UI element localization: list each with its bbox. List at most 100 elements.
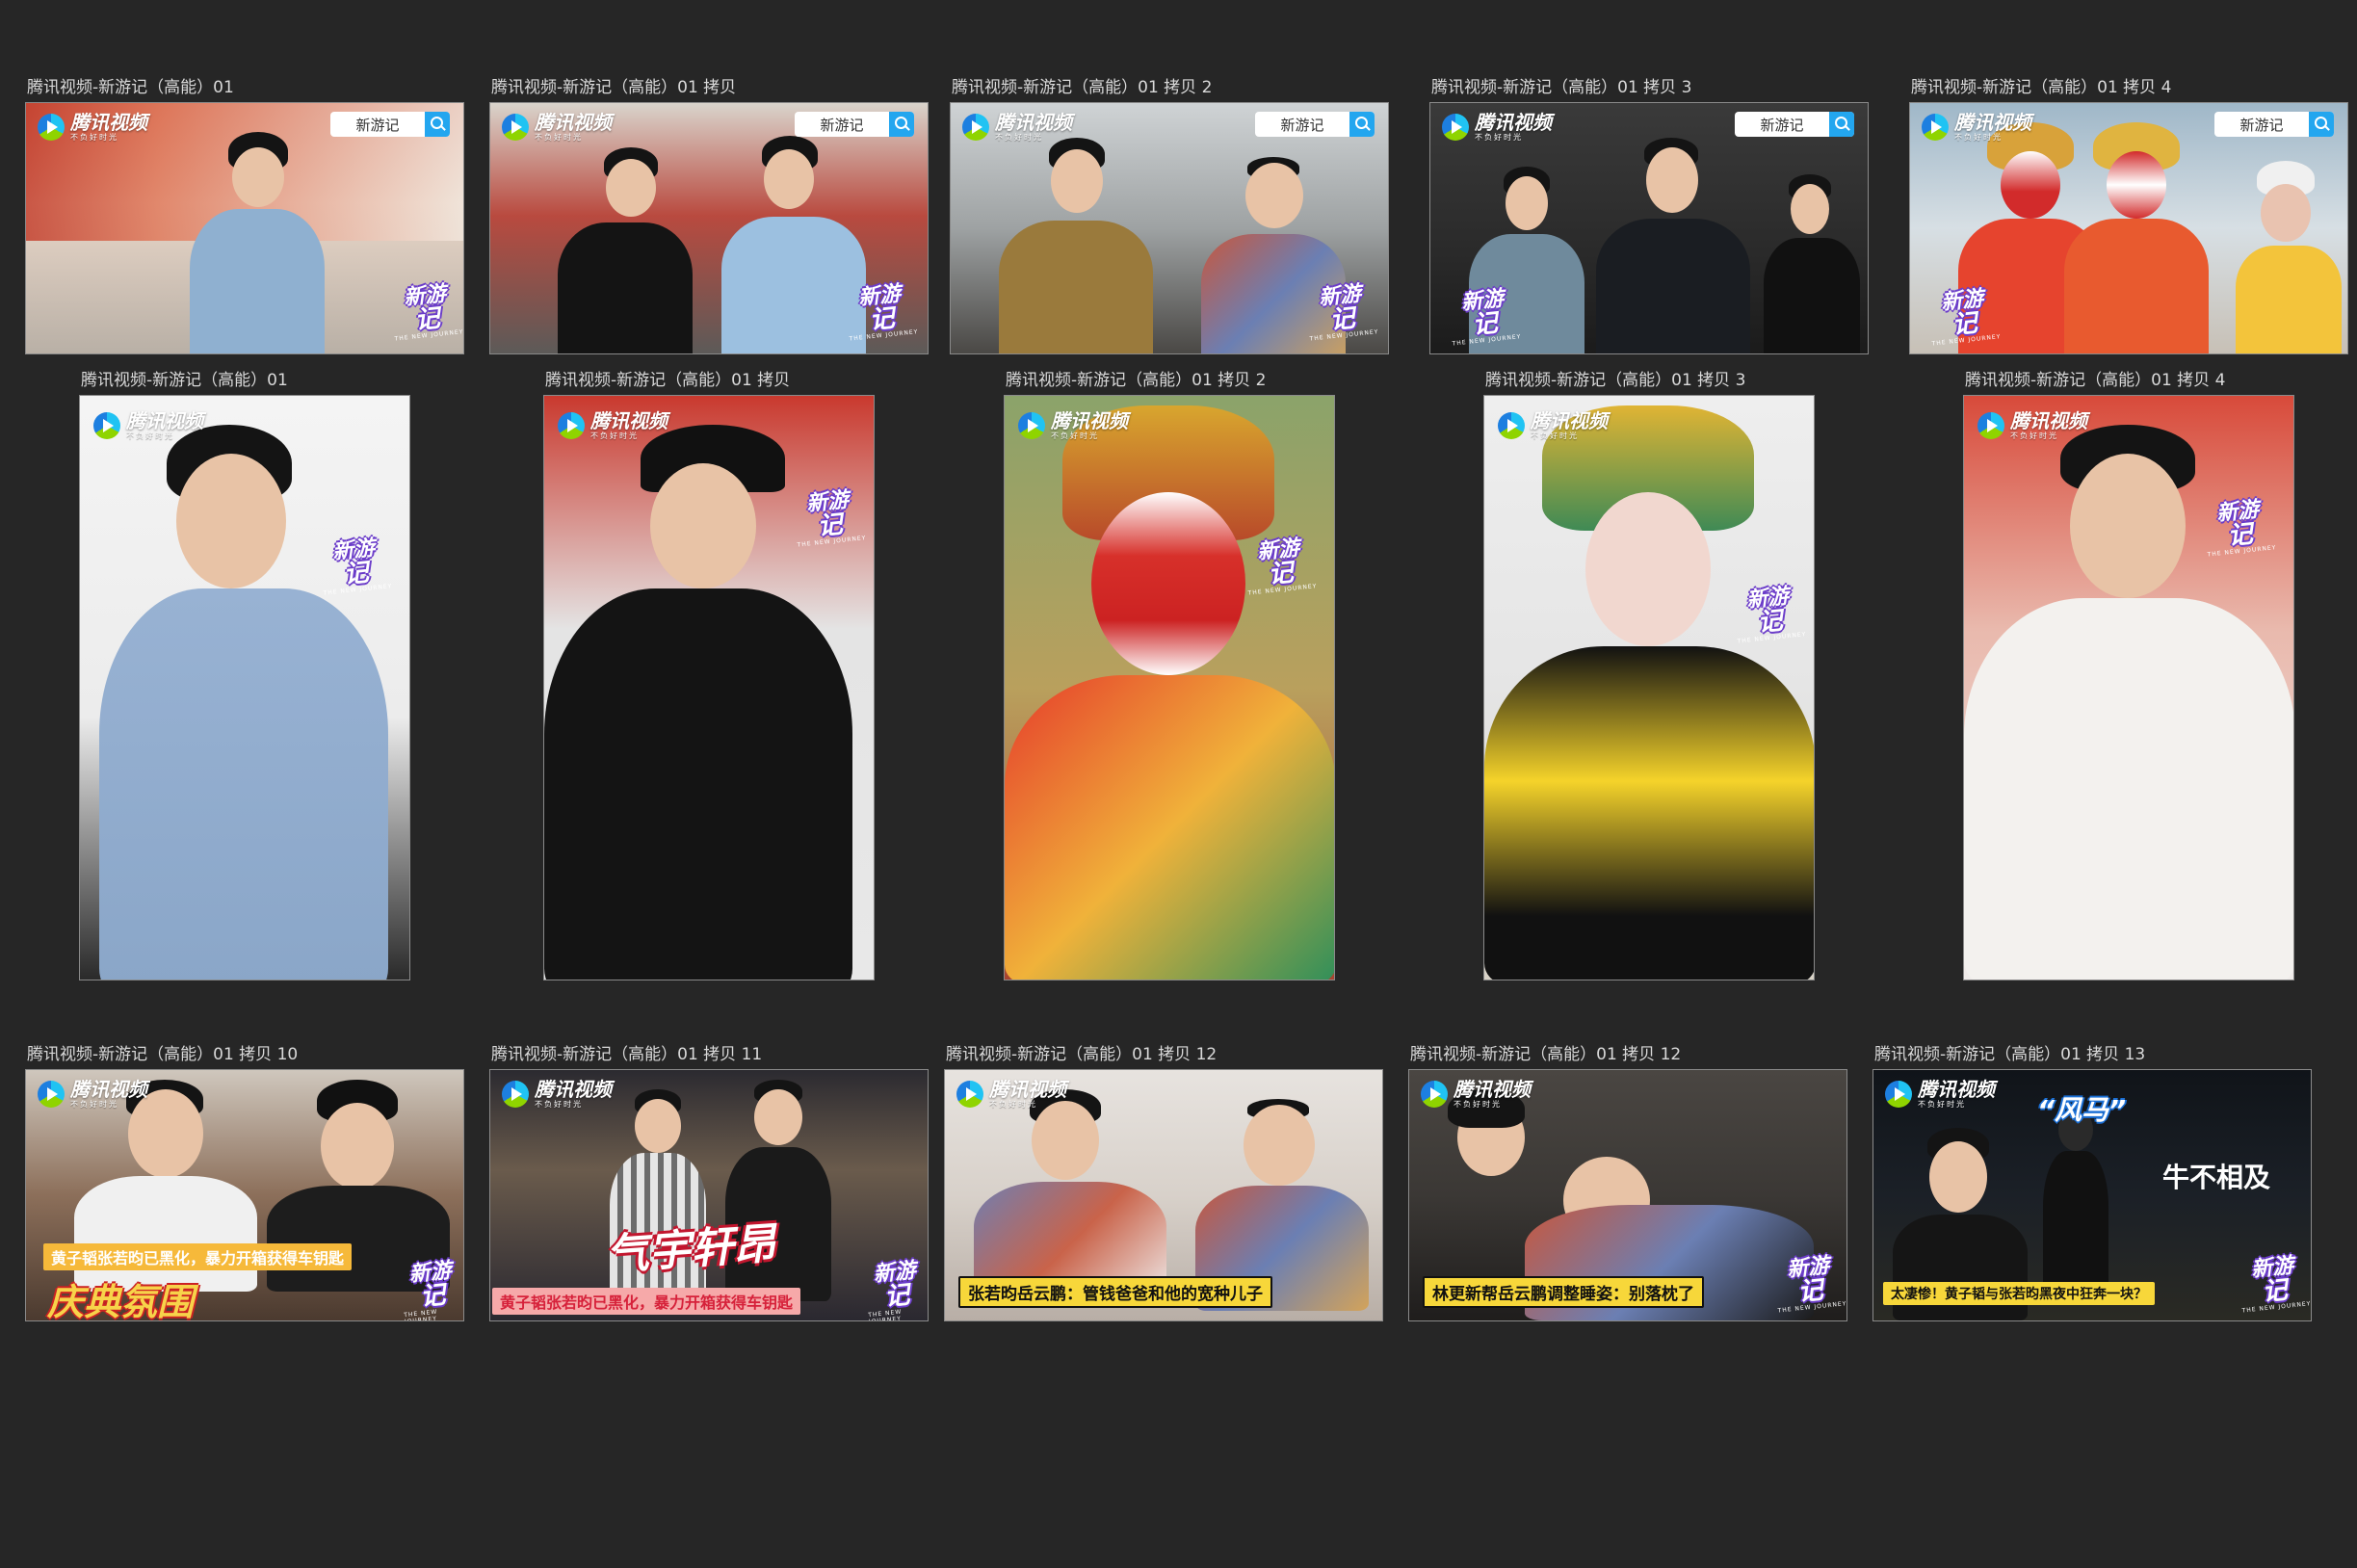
artboard-r1-3[interactable]: 腾讯视频-新游记（高能）01 拷贝 2 腾讯视频 不负好时光 新游记 新游记 THE…: [950, 75, 1389, 354]
caption-subtitle: 林更新帮岳云鹏调整睡姿：别落枕了: [1423, 1276, 1704, 1308]
search-box: 新游记: [1255, 112, 1375, 137]
person-figure: [1195, 1099, 1369, 1311]
search-box: 新游记: [795, 112, 914, 137]
opera-figure: [2228, 161, 2344, 353]
opera-figure: [1005, 405, 1334, 980]
artboard-r2-5[interactable]: 腾讯视频-新游记（高能）01 拷贝 4 腾讯视频 不负好时光 新游记 THE NEW…: [1963, 368, 2294, 986]
thumbnail-frame: 腾讯视频 不负好时光 林更新帮岳云鹏调整睡姿：别落枕了 新游记 THE NEW JO…: [1408, 1069, 1847, 1321]
artboard-r3-3[interactable]: 腾讯视频-新游记（高能）01 拷贝 12 腾讯视频 不负好时光 张若昀岳云鹏：管钱…: [944, 1042, 1383, 1323]
play-icon: [1018, 412, 1045, 439]
person-figure: [548, 142, 702, 353]
artboard-r3-5[interactable]: 腾讯视频-新游记（高能）01 拷贝 13 腾讯视频 不负好时光 “风马” 牛不相及…: [1873, 1042, 2312, 1323]
thumbnail-frame: 腾讯视频 不负好时光 新游记 THE NEW JOURNEY: [1963, 395, 2294, 980]
artboard-label[interactable]: 腾讯视频-新游记（高能）01: [27, 75, 234, 100]
caption-badge: “风马”: [2037, 1094, 2127, 1126]
show-logo: 新游记 THE NEW JOURNEY: [403, 1258, 454, 1321]
artboard-label[interactable]: 腾讯视频-新游记（高能）01 拷贝 12: [946, 1042, 1217, 1067]
opera-figure: [1484, 405, 1814, 980]
play-icon: [93, 412, 120, 439]
artboard-label[interactable]: 腾讯视频-新游记（高能）01 拷贝 3: [1485, 368, 1745, 393]
show-logo: 新游记 THE NEW JOURNEY: [1737, 584, 1807, 645]
artboard-label[interactable]: 腾讯视频-新游记（高能）01 拷贝 11: [491, 1042, 762, 1067]
person-figure: [989, 132, 1163, 353]
tencent-video-logo: 腾讯视频 不负好时光: [1421, 1080, 1531, 1109]
play-icon: [962, 114, 989, 141]
artboard-label[interactable]: 腾讯视频-新游记（高能）01 拷贝 13: [1874, 1042, 2145, 1067]
tencent-video-logo: 腾讯视频 不负好时光: [502, 1080, 612, 1109]
artboard-label[interactable]: 腾讯视频-新游记（高能）01 拷贝 4: [1911, 75, 2171, 100]
artboard-r3-2[interactable]: 腾讯视频-新游记（高能）01 拷贝 11 腾讯视频 不负好时光 气宇轩昂 黄子韬张…: [489, 1042, 929, 1323]
tencent-video-logo: 腾讯视频 不负好时光: [956, 1080, 1066, 1109]
tencent-video-logo: 腾讯视频 不负好时光: [1885, 1080, 1995, 1109]
show-logo: 新游记 THE NEW JOURNEY: [2241, 1253, 2312, 1315]
show-logo: 新游记 THE NEW JOURNEY: [797, 487, 867, 549]
thumbnail-frame: 腾讯视频 不负好时光 新游记 新游记 THE NEW JOURNEY: [489, 102, 929, 354]
search-icon: [2309, 112, 2334, 137]
artboard-label[interactable]: 腾讯视频-新游记（高能）01 拷贝 3: [1431, 75, 1691, 100]
artboard-r1-5[interactable]: 腾讯视频-新游记（高能）01 拷贝 4 腾讯视频 不负好时光 新游记 新游记 THE…: [1909, 75, 2348, 354]
show-logo: 新游记 THE NEW JOURNEY: [394, 281, 464, 343]
thumbnail-frame: 腾讯视频 不负好时光 新游记 新游记 THE NEW JOURNEY: [1429, 102, 1869, 354]
tencent-video-logo: 腾讯视频 不负好时光: [1442, 113, 1552, 142]
artboard-label[interactable]: 腾讯视频-新游记（高能）01 拷贝: [491, 75, 736, 100]
caption-subtitle: 黄子韬张若昀已黑化，暴力开箱获得车钥匙: [43, 1243, 353, 1270]
artboard-label[interactable]: 腾讯视频-新游记（高能）01 拷贝: [545, 368, 790, 393]
tencent-video-logo: 腾讯视频 不负好时光: [1977, 411, 2087, 440]
tencent-video-logo: 腾讯视频 不负好时光: [38, 1080, 147, 1109]
artboard-label[interactable]: 腾讯视频-新游记（高能）01 拷贝 4: [1965, 368, 2225, 393]
show-logo: 新游记 THE NEW JOURNEY: [849, 281, 919, 343]
play-icon: [1922, 114, 1949, 141]
artboard-r2-4[interactable]: 腾讯视频-新游记（高能）01 拷贝 3 腾讯视频 不负好时光 新游记 THE NEW…: [1483, 368, 1815, 986]
artboard-r2-3[interactable]: 腾讯视频-新游记（高能）01 拷贝 2 腾讯视频 不负好时光 新游记 THE NEW…: [1004, 368, 1335, 986]
artboard-r3-1[interactable]: 腾讯视频-新游记（高能）01 拷贝 10 腾讯视频 不负好时光 黄子韬张若昀已黑化…: [25, 1042, 464, 1323]
show-logo: 新游记 THE NEW JOURNEY: [1247, 536, 1318, 597]
show-logo: 新游记 THE NEW JOURNEY: [2207, 497, 2277, 559]
thumbnail-frame: 腾讯视频 不负好时光 新游记 新游记 THE NEW JOURNEY: [950, 102, 1389, 354]
thumbnail-frame: 腾讯视频 不负好时光 新游记 THE NEW JOURNEY: [1483, 395, 1815, 980]
thumbnail-frame: 腾讯视频 不负好时光 新游记 新游记 THE NEW JOURNEY: [25, 102, 464, 354]
play-icon: [1421, 1081, 1448, 1108]
artboard-r1-4[interactable]: 腾讯视频-新游记（高能）01 拷贝 3 腾讯视频 不负好时光 新游记 新游记 THE…: [1429, 75, 1869, 354]
thumbnail-frame: 腾讯视频 不负好时光 “风马” 牛不相及 太凄惨！黄子韬与张若昀黑夜中狂奔一块？ …: [1873, 1069, 2312, 1321]
thumbnail-frame: 腾讯视频 不负好时光 黄子韬张若昀已黑化，暴力开箱获得车钥匙 庆典氛围 新游记 TH…: [25, 1069, 464, 1321]
thumbnail-frame: 腾讯视频 不负好时光 新游记 THE NEW JOURNEY: [543, 395, 875, 980]
artboard-r1-1[interactable]: 腾讯视频-新游记（高能）01 腾讯视频 不负好时光 新游记 新游记 THE NEW …: [25, 75, 464, 354]
artboard-r3-4[interactable]: 腾讯视频-新游记（高能）01 拷贝 12 腾讯视频 不负好时光 林更新帮岳云鹏调整…: [1408, 1042, 1847, 1323]
tencent-video-logo: 腾讯视频 不负好时光: [38, 113, 147, 142]
play-icon: [558, 412, 585, 439]
person-figure: [1584, 132, 1758, 353]
search-box: 新游记: [330, 112, 450, 137]
caption-subtitle: 太凄惨！黄子韬与张若昀黑夜中狂奔一块？: [1883, 1282, 2155, 1305]
artboard-r2-1[interactable]: 腾讯视频-新游记（高能）01 腾讯视频 不负好时光 新游记 THE NEW JOUR…: [79, 368, 410, 986]
show-logo: 新游记 THE NEW JOURNEY: [867, 1258, 918, 1321]
play-icon: [1498, 412, 1525, 439]
person-figure: [170, 122, 344, 353]
thumbnail-frame: 腾讯视频 不负好时光 新游记 新游记 THE NEW JOURNEY: [1909, 102, 2348, 354]
thumbnail-frame: 腾讯视频 不负好时光 张若昀岳云鹏：管钱爸爸和他的宽种儿子: [944, 1069, 1383, 1321]
tencent-video-logo: 腾讯视频 不负好时光: [558, 411, 668, 440]
tencent-video-logo: 腾讯视频 不负好时光: [1922, 113, 2031, 142]
artboard-r1-2[interactable]: 腾讯视频-新游记（高能）01 拷贝 腾讯视频 不负好时光 新游记 新游记 THE N…: [489, 75, 929, 354]
tencent-video-logo: 腾讯视频 不负好时光: [502, 113, 612, 142]
play-icon: [38, 1081, 65, 1108]
artboard-r2-2[interactable]: 腾讯视频-新游记（高能）01 拷贝 腾讯视频 不负好时光 新游记 THE NEW J…: [543, 368, 875, 986]
show-logo: 新游记 THE NEW JOURNEY: [1931, 286, 2002, 348]
artboard-label[interactable]: 腾讯视频-新游记（高能）01 拷贝 12: [1410, 1042, 1681, 1067]
show-logo: 新游记 THE NEW JOURNEY: [1777, 1253, 1847, 1315]
artboard-label[interactable]: 腾讯视频-新游记（高能）01: [81, 368, 288, 393]
tencent-video-logo: 腾讯视频 不负好时光: [1498, 411, 1608, 440]
caption-subtitle: 黄子韬张若昀已黑化，暴力开箱获得车钥匙: [492, 1288, 801, 1315]
play-icon: [1442, 114, 1469, 141]
artboard-label[interactable]: 腾讯视频-新游记（高能）01 拷贝 2: [1006, 368, 1266, 393]
tencent-video-logo: 腾讯视频 不负好时光: [962, 113, 1072, 142]
tencent-video-logo: 腾讯视频 不负好时光: [1018, 411, 1128, 440]
play-icon: [502, 1081, 529, 1108]
search-box: 新游记: [1735, 112, 1854, 137]
person-figure: [1758, 170, 1864, 353]
show-logo: 新游记 THE NEW JOURNEY: [1309, 281, 1379, 343]
tencent-video-logo: 腾讯视频 不负好时光: [93, 411, 203, 440]
thumbnail-frame: 腾讯视频 不负好时光 新游记 THE NEW JOURNEY: [79, 395, 410, 980]
artboard-label[interactable]: 腾讯视频-新游记（高能）01 拷贝 10: [27, 1042, 298, 1067]
artboard-label[interactable]: 腾讯视频-新游记（高能）01 拷贝 2: [952, 75, 1212, 100]
person-figure: [90, 425, 398, 980]
